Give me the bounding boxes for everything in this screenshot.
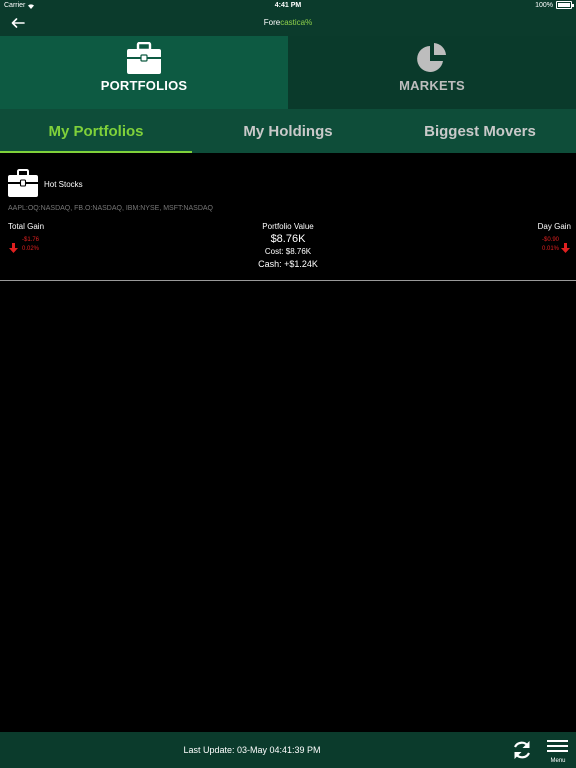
day-gain-percent: 0.01%	[541, 246, 559, 252]
refresh-icon[interactable]	[510, 738, 534, 762]
portfolio-cost: Cost: $8.76K	[264, 247, 312, 256]
portfolio-symbols: AAPL:OQ:NASDAQ, FB.O:NASDAQ, IBM:NYSE, M…	[8, 205, 213, 212]
last-update-text: Last Update: 03-May 04:41:39 PM	[183, 745, 321, 755]
brand-accent: castica	[280, 18, 306, 27]
battery-indicator: 100%	[535, 1, 574, 9]
brand-suffix: %	[305, 18, 313, 27]
tab-markets[interactable]: MARKETS	[288, 36, 576, 109]
tab-markets-label: MARKETS	[399, 78, 465, 93]
brand-prefix: Fore	[263, 18, 281, 27]
bottom-bar: Last Update: 03-May 04:41:39 PM Menu	[0, 732, 576, 768]
hamburger-menu-icon[interactable]: Menu	[544, 738, 572, 766]
main-tabs: PORTFOLIOS MARKETS	[0, 36, 576, 109]
app-brand-title: Forecastica%	[0, 18, 576, 27]
tab-portfolios-label: PORTFOLIOS	[100, 78, 188, 93]
day-gain-values: -$0.90 0.01%	[542, 236, 559, 254]
portfolio-card[interactable]: Hot Stocks AAPL:OQ:NASDAQ, FB.O:NASDAQ, …	[0, 163, 576, 281]
portfolio-list: Hot Stocks AAPL:OQ:NASDAQ, FB.O:NASDAQ, …	[0, 153, 576, 732]
tab-portfolios[interactable]: PORTFOLIOS	[0, 36, 288, 109]
battery-percent: 100%	[535, 1, 553, 9]
sub-tabs: My Portfolios My Holdings Biggest Movers	[0, 109, 576, 153]
portfolio-name: Hot Stocks	[44, 180, 83, 189]
pie-chart-icon	[288, 42, 576, 76]
briefcase-icon	[0, 42, 288, 74]
row-divider	[0, 280, 576, 281]
menu-bars	[547, 740, 568, 755]
nav-bar: Forecastica%	[0, 12, 576, 36]
battery-fill	[558, 3, 570, 7]
day-gain-label: Day Gain	[537, 222, 571, 231]
status-time: 4:41 PM	[274, 2, 302, 9]
down-arrow-icon	[561, 240, 570, 258]
portfolio-value: $8.76K	[270, 233, 306, 245]
tab-my-holdings[interactable]: My Holdings	[192, 109, 384, 153]
briefcase-icon	[8, 169, 38, 202]
tab-my-portfolios[interactable]: My Portfolios	[0, 109, 192, 153]
tab-biggest-movers[interactable]: Biggest Movers	[384, 109, 576, 153]
battery-icon	[556, 1, 574, 9]
status-bar: Carrier 4:41 PM 100%	[0, 0, 576, 12]
portfolio-value-label: Portfolio Value	[262, 222, 314, 231]
back-arrow-icon[interactable]	[8, 14, 28, 32]
menu-label: Menu	[550, 758, 566, 764]
day-gain-amount: -$0.90	[541, 237, 559, 243]
portfolio-cash: Cash: +$1.24K	[258, 259, 318, 269]
